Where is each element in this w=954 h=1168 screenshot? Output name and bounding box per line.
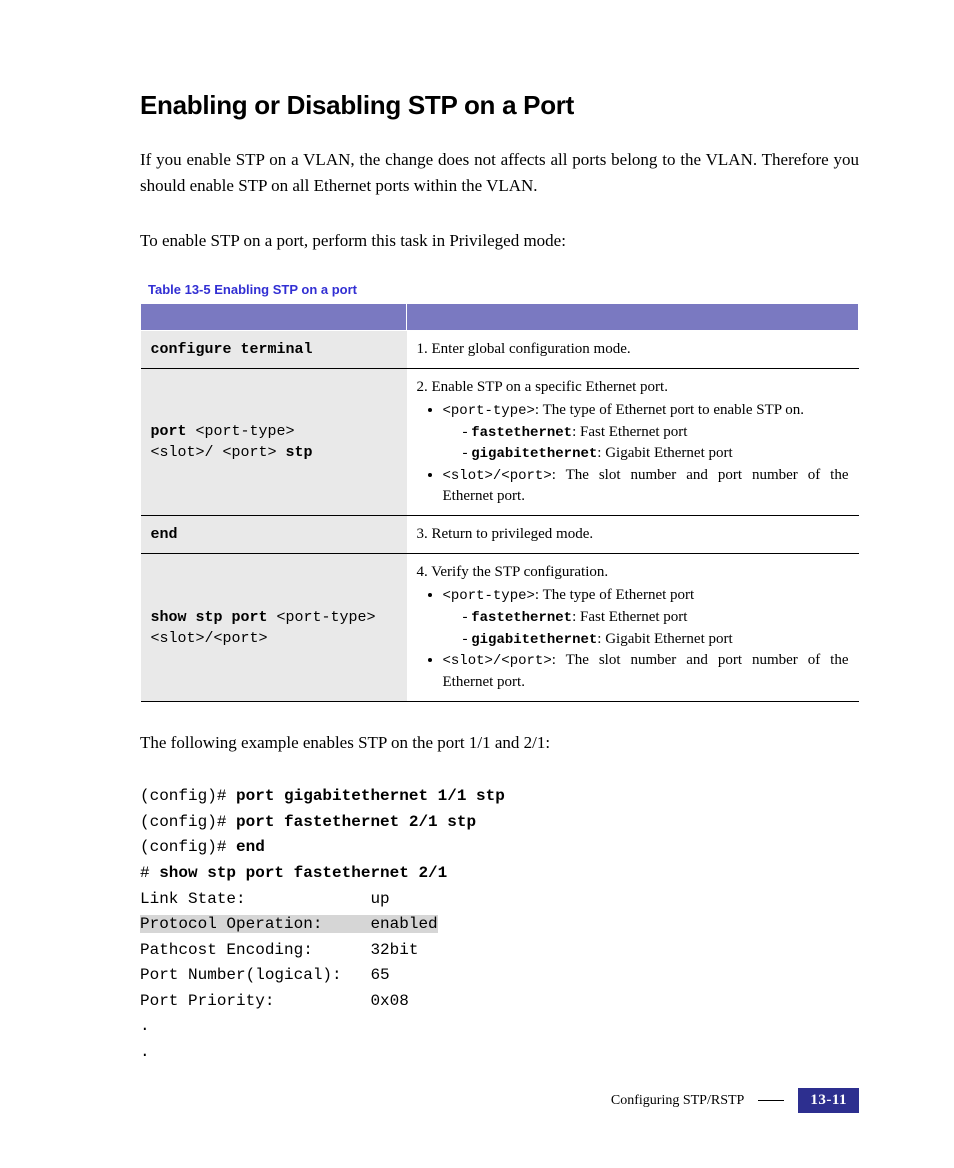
param-desc: : The type of Ethernet port	[535, 587, 694, 603]
param-name: <port-type>	[443, 588, 535, 604]
cmd-text: end	[151, 526, 178, 543]
option-name: gigabitethernet	[471, 632, 597, 648]
lead-paragraph: To enable STP on a port, perform this ta…	[140, 228, 859, 254]
table-row: show stp port <port-type> <slot>/<port> …	[141, 554, 859, 701]
cmd-keyword: port	[151, 423, 196, 440]
intro-paragraph: If you enable STP on a VLAN, the change …	[140, 147, 859, 200]
cmd-arg: <port-type>	[277, 609, 376, 626]
option-desc: : Fast Ethernet port	[572, 424, 687, 440]
code-example: (config)# port gigabitethernet 1/1 stp (…	[140, 784, 859, 1066]
option-name: gigabitethernet	[471, 446, 597, 462]
table-row: configure terminal 1. Enter global confi…	[141, 331, 859, 369]
section-heading: Enabling or Disabling STP on a Port	[140, 90, 859, 121]
cmd-arg: <port-type>	[196, 423, 295, 440]
command-table: configure terminal 1. Enter global confi…	[140, 303, 859, 702]
table-row: end 3. Return to privileged mode.	[141, 516, 859, 554]
page-number: 13-11	[798, 1088, 859, 1113]
param-name: <slot>/<port>	[443, 468, 552, 484]
cmd-text: configure terminal	[151, 341, 313, 358]
option-name: fastethernet	[471, 425, 572, 441]
page-footer: Configuring STP/RSTP 13-11	[611, 1088, 859, 1113]
option-desc: : Fast Ethernet port	[572, 609, 687, 625]
table-caption: Table 13-5 Enabling STP on a port	[148, 282, 859, 297]
cmd-keyword: show stp port	[151, 609, 277, 626]
table-row: port <port-type> <slot>/ <port> stp 2. E…	[141, 369, 859, 516]
example-lead: The following example enables STP on the…	[140, 730, 859, 756]
cmd-keyword: stp	[286, 444, 313, 461]
param-name: <slot>/<port>	[443, 653, 552, 669]
desc-head: 2. Enable STP on a specific Ethernet por…	[417, 379, 668, 395]
table-header-blank-left	[141, 304, 407, 331]
param-name: <port-type>	[443, 403, 535, 419]
footer-divider	[758, 1100, 784, 1101]
footer-chapter-name: Configuring STP/RSTP	[611, 1093, 744, 1109]
option-desc: : Gigabit Ethernet port	[597, 631, 732, 647]
desc-text: 3. Return to privileged mode.	[407, 516, 859, 554]
option-desc: : Gigabit Ethernet port	[597, 445, 732, 461]
cmd-arg: <slot>/ <port>	[151, 444, 286, 461]
option-name: fastethernet	[471, 610, 572, 626]
cmd-arg: <slot>/<port>	[151, 630, 268, 647]
param-desc: : The type of Ethernet port to enable ST…	[535, 402, 804, 418]
desc-text: 1. Enter global configuration mode.	[407, 331, 859, 369]
table-header-blank-right	[407, 304, 859, 331]
desc-head: 4. Verify the STP configuration.	[417, 564, 609, 580]
